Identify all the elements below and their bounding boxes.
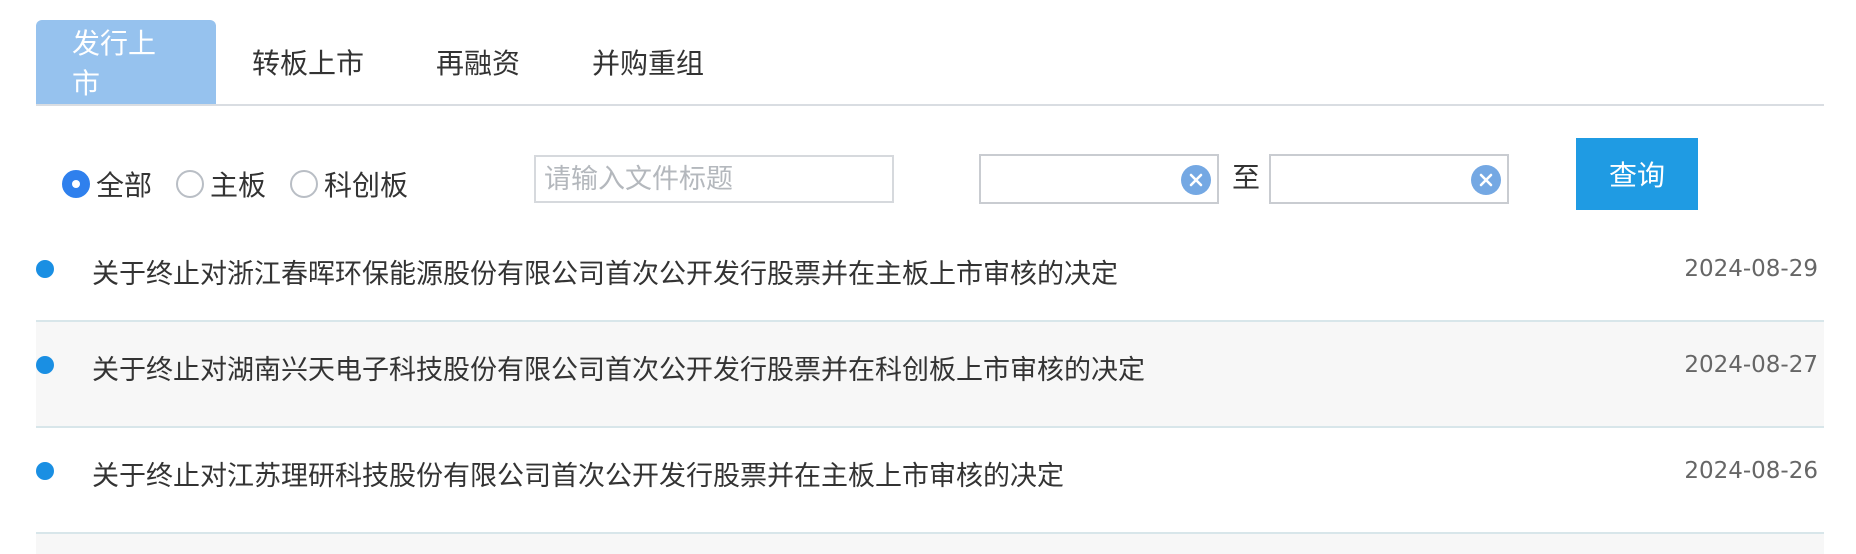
date-range-separator: 至 (1232, 161, 1261, 194)
list-item-partial (36, 534, 1824, 554)
date-from-input[interactable] (987, 156, 1171, 202)
title-search-input[interactable] (534, 155, 894, 203)
tab-merger-restructuring[interactable]: 并购重组 (556, 20, 740, 104)
list-item-date: 2024-08-29 (1684, 256, 1818, 282)
radio-all-label: 全部 (96, 169, 153, 202)
tab-issuance-listing[interactable]: 发行上市 (36, 20, 216, 104)
radio-main-board[interactable]: 主板 (176, 164, 266, 204)
board-radio-group: 全部 主板 科创板 (62, 164, 432, 204)
date-to-field[interactable] (1269, 154, 1509, 204)
date-to-input[interactable] (1277, 156, 1461, 202)
list-item-title[interactable]: 关于终止对湖南兴天电子科技股份有限公司首次公开发行股票并在科创板上市审核的决定 (92, 348, 1145, 387)
list-item-date: 2024-08-26 (1684, 458, 1818, 484)
dot-icon (36, 462, 54, 480)
dot-icon (36, 260, 54, 278)
list-item: 关于终止对湖南兴天电子科技股份有限公司首次公开发行股票并在科创板上市审核的决定 … (36, 322, 1824, 428)
clear-date-to-icon[interactable] (1471, 165, 1501, 195)
list-item-title[interactable]: 关于终止对浙江春晖环保能源股份有限公司首次公开发行股票并在主板上市审核的决定 (92, 252, 1118, 291)
tab-refinancing[interactable]: 再融资 (400, 20, 556, 104)
radio-unchecked-icon[interactable] (176, 170, 205, 198)
date-from-field[interactable] (979, 154, 1219, 204)
list-item: 关于终止对江苏理研科技股份有限公司首次公开发行股票并在主板上市审核的决定 202… (36, 428, 1824, 534)
search-button[interactable]: 查询 (1576, 138, 1698, 210)
radio-main-board-label: 主板 (210, 169, 267, 202)
filter-bar: 全部 主板 科创板 至 查询 (0, 138, 1856, 218)
radio-star-market-label: 科创板 (324, 169, 409, 202)
tab-bar: 发行上市 转板上市 再融资 并购重组 (36, 20, 1824, 106)
list-item-title[interactable]: 关于终止对江苏理研科技股份有限公司首次公开发行股票并在主板上市审核的决定 (92, 454, 1064, 493)
document-list: 关于终止对浙江春晖环保能源股份有限公司首次公开发行股票并在主板上市审核的决定 2… (36, 226, 1824, 554)
clear-date-from-icon[interactable] (1181, 165, 1211, 195)
radio-star-market[interactable]: 科创板 (290, 164, 408, 204)
list-item: 关于终止对浙江春晖环保能源股份有限公司首次公开发行股票并在主板上市审核的决定 2… (36, 226, 1824, 322)
radio-checked-icon[interactable] (62, 170, 90, 198)
list-item-date: 2024-08-27 (1684, 352, 1818, 378)
tab-board-transfer[interactable]: 转板上市 (216, 20, 400, 104)
radio-all[interactable]: 全部 (62, 164, 152, 204)
dot-icon (36, 356, 54, 374)
radio-unchecked-icon[interactable] (290, 170, 319, 198)
